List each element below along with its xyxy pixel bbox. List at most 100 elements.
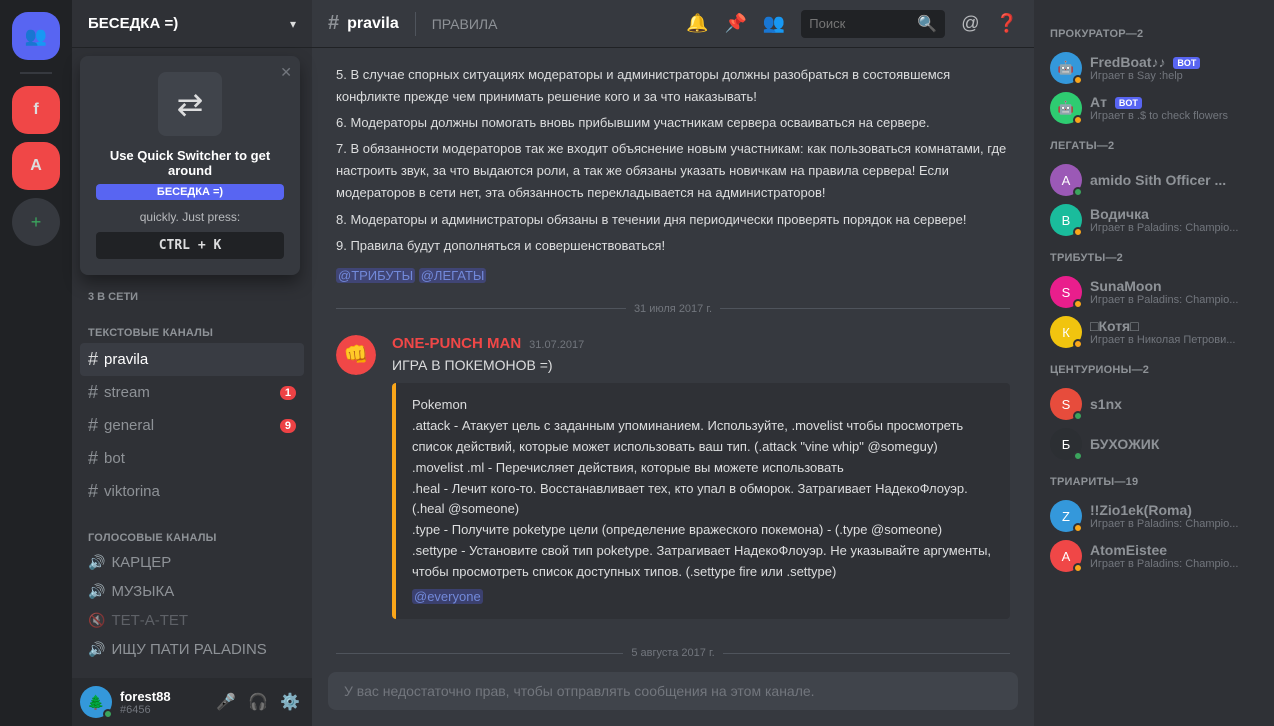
avatar: Z [1050, 500, 1082, 532]
channel-item-stream[interactable]: # stream 1 [80, 376, 304, 409]
quick-switcher-title: Use Quick Switcher to get around [96, 148, 284, 178]
avatar: S [1050, 276, 1082, 308]
online-count: 3 В СЕТИ [72, 283, 312, 307]
search-box[interactable]: 🔍 [801, 10, 945, 38]
server-bar: 👥 f A + [0, 0, 72, 726]
keyboard-shortcut: CTRL + K [96, 232, 284, 259]
date-label: 31 июля 2017 г. [634, 303, 712, 315]
server-badge: БЕСЕДКА =) [96, 184, 284, 200]
server-icon-a[interactable]: A [12, 142, 60, 190]
message-group: 👊 ONE-PUNCH MAN 31.07.2017 ИГРА В ПОКЕМО… [312, 331, 1034, 632]
member-item[interactable]: A amido Sith Officer ... [1042, 160, 1266, 200]
member-item[interactable]: К □Котя□ Играет в Николая Петрови... [1042, 312, 1266, 352]
message-input[interactable]: У вас недостаточно прав, чтобы отправлят… [328, 672, 1018, 710]
member-item[interactable]: S s1nx [1042, 384, 1266, 424]
status-dot [1073, 451, 1083, 461]
speaker-muted-icon: 🔇 [88, 612, 105, 629]
unread-badge: 1 [280, 386, 296, 400]
member-item[interactable]: 🤖 FredBoat♪♪ BOT Играет в Say :help [1042, 48, 1266, 88]
voice-channels-section: ГОЛОСОВЫЕ КАНАЛЫ 🔊 КАРЦЕР 🔊 МУЗЫКА 🔇 ТЕТ… [72, 512, 312, 668]
status-dot [1073, 115, 1083, 125]
header-icons: 🔔 📌 👥 🔍 @ ❓ [686, 10, 1018, 38]
member-item[interactable]: S SunaMoon Играет в Paladins: Champio... [1042, 272, 1266, 312]
voice-channel-karcer[interactable]: 🔊 КАРЦЕР [80, 548, 304, 577]
member-item[interactable]: Z !!Zio1ek(Roma) Играет в Paladins: Cham… [1042, 496, 1266, 536]
microphone-icon[interactable]: 🎤 [212, 688, 240, 716]
rules-block: 5. В случае спорных ситуациях модераторы… [312, 64, 1034, 287]
server-icon-dm[interactable]: 👥 [12, 12, 60, 60]
member-name: □Котя□ [1090, 318, 1258, 334]
member-item[interactable]: Б БУХОЖИК [1042, 424, 1266, 464]
header-divider [415, 12, 416, 36]
member-name: Aт BOT [1090, 94, 1258, 110]
member-section-prokurator: ПРОКУРАТОР—2 [1042, 24, 1266, 44]
quick-switcher-hint: quickly. Just press: [96, 210, 284, 224]
member-name: Водичка [1090, 206, 1258, 222]
server-divider [20, 72, 52, 74]
status-dot [1073, 227, 1083, 237]
search-input[interactable] [809, 16, 911, 31]
member-info: FredBoat♪♪ BOT Играет в Say :help [1090, 54, 1258, 82]
headphones-icon[interactable]: 🎧 [244, 688, 272, 716]
pin-icon[interactable]: 📌 [724, 13, 746, 34]
voice-channel-tet[interactable]: 🔇 ТЕТ-А-ТЕТ [80, 606, 304, 635]
member-status: Играет в Paladins: Champio... [1090, 294, 1258, 306]
text-channels-header[interactable]: ТЕКСТОВЫЕ КАНАЛЫ [80, 323, 304, 343]
unread-badge: 9 [280, 419, 296, 433]
channel-topic: ПРАВИЛА [432, 16, 498, 32]
close-icon[interactable]: ✕ [280, 64, 292, 81]
quick-switcher-popup: ✕ ⇄ Use Quick Switcher to get around БЕС… [80, 56, 300, 275]
date-divider-2: 5 августа 2017 г. [336, 647, 1010, 659]
avatar: 🤖 [1050, 92, 1082, 124]
voice-channels-header[interactable]: ГОЛОСОВЫЕ КАНАЛЫ [80, 528, 304, 548]
avatar: 🌲 [80, 686, 112, 718]
member-info: БУХОЖИК [1090, 436, 1258, 452]
status-dot [1073, 523, 1083, 533]
at-icon[interactable]: @ [961, 13, 979, 34]
member-item[interactable]: A AtomEistee Играет в Paladins: Champio.… [1042, 536, 1266, 576]
status-dot [1073, 563, 1083, 573]
server-name-header[interactable]: БЕСЕДКА =) ▾ [72, 0, 312, 48]
bell-icon[interactable]: 🔔 [686, 13, 708, 34]
channel-item-viktorina[interactable]: # viktorina [80, 475, 304, 508]
hash-icon: # [88, 481, 98, 502]
bot-badge: BOT [1173, 57, 1200, 69]
voice-channel-muzyka[interactable]: 🔊 МУЗЫКА [80, 577, 304, 606]
help-icon[interactable]: ❓ [996, 13, 1018, 34]
member-status: Играет в Paladins: Champio... [1090, 222, 1258, 234]
member-item[interactable]: 🤖 Aт BOT Играет в .$ to check flowers [1042, 88, 1266, 128]
member-item[interactable]: В Водичка Играет в Paladins: Champio... [1042, 200, 1266, 240]
channel-item-bot[interactable]: # bot [80, 442, 304, 475]
avatar: 👊 [336, 335, 376, 375]
text-channels-section: ТЕКСТОВЫЕ КАНАЛЫ # pravila # stream 1 # … [72, 307, 312, 512]
member-info: □Котя□ Играет в Николая Петрови... [1090, 318, 1258, 346]
server-icon-f[interactable]: f [12, 86, 60, 134]
member-section-legaty: ЛЕГАТЫ—2 [1042, 136, 1266, 156]
sidebar-footer: 🌲 forest88 #6456 🎤 🎧 ⚙️ [72, 678, 312, 726]
date-label: 5 августа 2017 г. [631, 647, 714, 659]
status-indicator [103, 709, 113, 719]
member-list: ПРОКУРАТОР—2 🤖 FredBoat♪♪ BOT Играет в S… [1034, 0, 1274, 726]
user-discriminator: #6456 [120, 704, 204, 716]
avatar: A [1050, 164, 1082, 196]
message-header: ONE-PUNCH MAN 31.07.2017 [392, 335, 1010, 352]
channel-hash-icon: # [328, 12, 339, 35]
avatar: S [1050, 388, 1082, 420]
mention-legaty: @ЛЕГАТЫ [419, 268, 487, 283]
username: forest88 [120, 689, 204, 704]
voice-channel-paladins[interactable]: 🔊 ИЩУ ПАТИ PALADINS [80, 635, 304, 664]
status-dot [1073, 339, 1083, 349]
message-author[interactable]: ONE-PUNCH MAN [392, 335, 521, 352]
channel-item-pravila[interactable]: # pravila [80, 343, 304, 376]
server-add-button[interactable]: + [12, 198, 60, 246]
speaker-icon: 🔊 [88, 554, 105, 571]
mention-everyone: @everyone [412, 589, 483, 604]
channel-header: # pravila ПРАВИЛА 🔔 📌 👥 🔍 @ ❓ [312, 0, 1034, 48]
member-info: s1nx [1090, 396, 1258, 412]
channel-item-general[interactable]: # general 9 [80, 409, 304, 442]
member-status: Играет в Say :help [1090, 70, 1258, 82]
message-input-area: У вас недостаточно прав, чтобы отправлят… [312, 672, 1034, 726]
members-icon[interactable]: 👥 [763, 13, 785, 34]
settings-icon[interactable]: ⚙️ [276, 688, 304, 716]
mention-tributes: @ТРИБУТЫ [336, 268, 415, 283]
